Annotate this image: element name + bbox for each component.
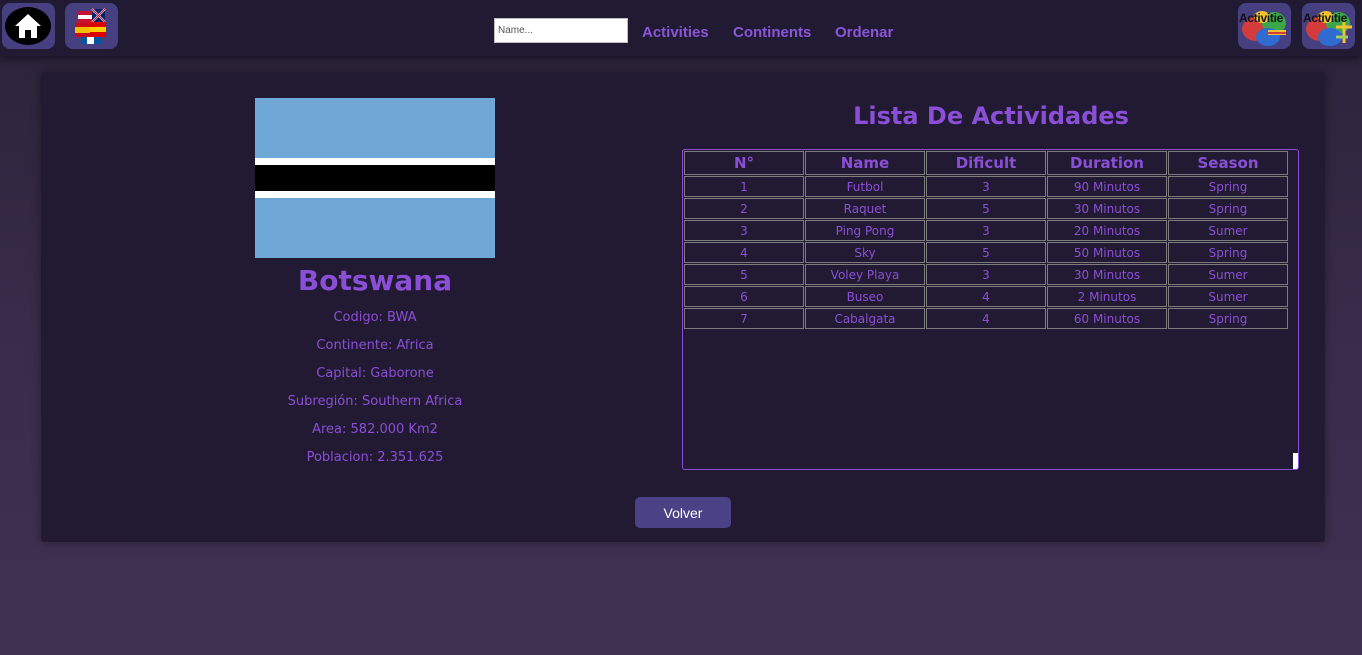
back-button[interactable]: Volver — [635, 497, 731, 528]
country-capital: Capital: Gaborone — [316, 366, 434, 381]
table-row: 7 Cabalgata 4 60 Minutos Spring — [684, 308, 1288, 329]
home-button[interactable] — [2, 3, 55, 49]
activities-table: N° Name Dificult Duration Season 1 Futbo… — [683, 150, 1289, 330]
table-cell: Buseo — [805, 286, 925, 307]
table-cell: 90 Minutos — [1047, 176, 1167, 197]
home-icon — [5, 7, 51, 45]
table-cell: Cabalgata — [805, 308, 925, 329]
column-header-season: Season — [1168, 151, 1288, 175]
table-cell: 1 — [684, 176, 804, 197]
table-cell: 3 — [926, 264, 1046, 285]
activities-art-icon — [1242, 11, 1286, 46]
table-row: 2 Raquet 5 30 Minutos Spring — [684, 198, 1288, 219]
table-cell: 3 — [684, 220, 804, 241]
table-cell: 30 Minutos — [1047, 198, 1167, 219]
table-cell: 2 Minutos — [1047, 286, 1167, 307]
table-cell: 4 — [684, 242, 804, 263]
activities-table-container[interactable]: N° Name Dificult Duration Season 1 Futbo… — [682, 149, 1299, 470]
table-cell: Sumer — [1168, 286, 1288, 307]
table-row: 3 Ping Pong 3 20 Minutos Sumer — [684, 220, 1288, 241]
table-cell: 50 Minutos — [1047, 242, 1167, 263]
create-activity-art-icon — [1306, 11, 1352, 46]
table-cell: Spring — [1168, 176, 1288, 197]
table-cell: Sumer — [1168, 264, 1288, 285]
country-subregion: Subregión: Southern Africa — [287, 394, 463, 409]
table-row: 1 Futbol 3 90 Minutos Spring — [684, 176, 1288, 197]
table-scrollbar[interactable] — [1293, 453, 1298, 469]
activities-list-title: Lista De Actividades — [853, 102, 1129, 130]
countries-flags-button[interactable] — [65, 3, 118, 49]
activities-button[interactable]: Activitie — [1238, 3, 1291, 49]
table-row: 5 Voley Playa 3 30 Minutos Sumer — [684, 264, 1288, 285]
create-activity-button-label: Activitie — [1303, 11, 1347, 25]
table-cell: 6 — [684, 286, 804, 307]
table-cell: Voley Playa — [805, 264, 925, 285]
column-header-difficulty: Dificult — [926, 151, 1046, 175]
column-header-number: N° — [684, 151, 804, 175]
country-detail-card: Botswana Codigo: BWA Continente: Africa … — [41, 72, 1325, 542]
table-cell: 4 — [926, 308, 1046, 329]
country-code: Codigo: BWA — [333, 310, 417, 325]
country-population: Poblacion: 2.351.625 — [306, 450, 444, 465]
table-cell: 3 — [926, 176, 1046, 197]
table-cell: Spring — [1168, 308, 1288, 329]
table-cell: 60 Minutos — [1047, 308, 1167, 329]
table-cell: 7 — [684, 308, 804, 329]
table-row: 4 Sky 5 50 Minutos Spring — [684, 242, 1288, 263]
table-cell: Spring — [1168, 198, 1288, 219]
country-name: Botswana — [297, 264, 453, 297]
table-cell: 5 — [926, 198, 1046, 219]
create-activity-button[interactable]: Activitie — [1302, 3, 1355, 49]
nav-link-activities[interactable]: Activities — [642, 24, 709, 41]
search-input[interactable] — [494, 18, 628, 43]
table-cell: Spring — [1168, 242, 1288, 263]
country-continent: Continente: Africa — [316, 338, 434, 353]
table-cell: 5 — [926, 242, 1046, 263]
table-cell: Sky — [805, 242, 925, 263]
table-cell: Ping Pong — [805, 220, 925, 241]
table-header-row: N° Name Dificult Duration Season — [684, 151, 1288, 175]
country-flag-image — [255, 98, 495, 258]
table-cell: 20 Minutos — [1047, 220, 1167, 241]
flags-puzzle-icon — [75, 8, 106, 44]
table-cell: Futbol — [805, 176, 925, 197]
table-row: 6 Buseo 4 2 Minutos Sumer — [684, 286, 1288, 307]
country-area: Area: 582.000 Km2 — [312, 422, 438, 437]
flag-black-band — [255, 165, 495, 191]
table-cell: Raquet — [805, 198, 925, 219]
table-cell: 2 — [684, 198, 804, 219]
activities-button-label: Activitie — [1239, 11, 1283, 25]
table-cell: 5 — [684, 264, 804, 285]
top-navigation-bar: Activities Continents Ordenar Activitie … — [0, 0, 1362, 56]
column-header-name: Name — [805, 151, 925, 175]
table-cell: 3 — [926, 220, 1046, 241]
table-cell: Sumer — [1168, 220, 1288, 241]
nav-link-ordenar[interactable]: Ordenar — [835, 24, 893, 41]
column-header-duration: Duration — [1047, 151, 1167, 175]
nav-link-continents[interactable]: Continents — [733, 24, 811, 41]
table-cell: 30 Minutos — [1047, 264, 1167, 285]
table-cell: 4 — [926, 286, 1046, 307]
